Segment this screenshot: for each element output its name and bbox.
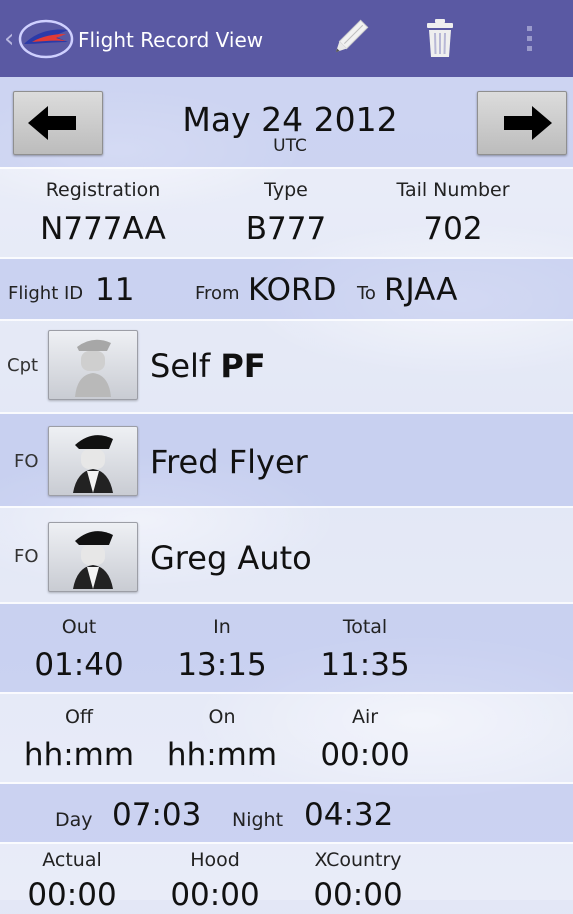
out-time[interactable]: 01:40: [10, 646, 148, 684]
pilot-avatar-icon: [73, 435, 113, 493]
night-time[interactable]: 04:32: [304, 796, 393, 834]
screen-title: Flight Record View: [78, 28, 264, 52]
actual-time[interactable]: 00:00: [3, 876, 141, 914]
in-time[interactable]: 13:15: [153, 646, 291, 684]
action-bar: ‹ Flight Record View: [0, 0, 573, 77]
tail-number-value[interactable]: 702: [378, 210, 528, 248]
crew-role: FO: [14, 451, 39, 472]
flight-id-value[interactable]: 11: [95, 271, 134, 309]
type-value[interactable]: B777: [216, 210, 356, 248]
crew-name[interactable]: Greg Auto: [150, 538, 312, 578]
crew-role: Cpt: [7, 355, 39, 376]
next-date-button[interactable]: [477, 91, 567, 155]
crew-avatar[interactable]: [48, 330, 138, 400]
in-label: In: [213, 616, 231, 638]
xcountry-time[interactable]: 00:00: [289, 876, 427, 914]
on-label: On: [208, 706, 236, 728]
crew-role: FO: [14, 546, 39, 567]
left-arrow-icon: [28, 106, 76, 140]
to-airport[interactable]: RJAA: [384, 271, 457, 309]
xcountry-label: XCountry: [314, 849, 402, 871]
on-time[interactable]: hh:mm: [153, 736, 291, 774]
crew-name[interactable]: Fred Flyer: [150, 442, 308, 482]
hood-time[interactable]: 00:00: [146, 876, 284, 914]
prev-date-button[interactable]: [13, 91, 103, 155]
pilot-avatar-icon: [73, 531, 113, 589]
crew-avatar[interactable]: [48, 426, 138, 496]
to-label: To: [357, 283, 376, 304]
timezone-label: UTC: [273, 136, 307, 156]
crew-name-text: Self: [150, 347, 211, 385]
from-label: From: [195, 283, 240, 304]
crew-avatar[interactable]: [48, 522, 138, 592]
tail-number-label: Tail Number: [396, 179, 510, 201]
from-airport[interactable]: KORD: [248, 271, 336, 309]
off-label: Off: [64, 706, 94, 728]
out-label: Out: [61, 616, 97, 638]
day-time[interactable]: 07:03: [112, 796, 201, 834]
back-chevron-icon[interactable]: ‹: [4, 24, 14, 54]
overflow-menu-icon[interactable]: [518, 16, 542, 60]
registration-label: Registration: [45, 179, 161, 201]
day-label: Day: [55, 809, 93, 831]
pilot-avatar-icon: [75, 339, 111, 397]
pencil-edit-icon[interactable]: [328, 16, 372, 60]
trash-delete-icon[interactable]: [418, 16, 462, 60]
flight-date[interactable]: May 24 2012: [150, 100, 430, 140]
flight-id-label: Flight ID: [8, 283, 84, 304]
crew-duty: PF: [220, 347, 266, 385]
right-arrow-icon: [504, 106, 552, 140]
registration-value[interactable]: N777AA: [18, 210, 188, 248]
hood-label: Hood: [190, 849, 240, 871]
air-label: Air: [351, 706, 379, 728]
night-label: Night: [232, 809, 284, 831]
crew-name[interactable]: Self PF: [150, 346, 266, 386]
type-label: Type: [264, 179, 308, 201]
total-label: Total: [342, 616, 388, 638]
off-time[interactable]: hh:mm: [10, 736, 148, 774]
air-time[interactable]: 00:00: [296, 736, 434, 774]
app-logo-icon[interactable]: [18, 18, 74, 60]
total-time[interactable]: 11:35: [296, 646, 434, 684]
actual-label: Actual: [42, 849, 102, 871]
